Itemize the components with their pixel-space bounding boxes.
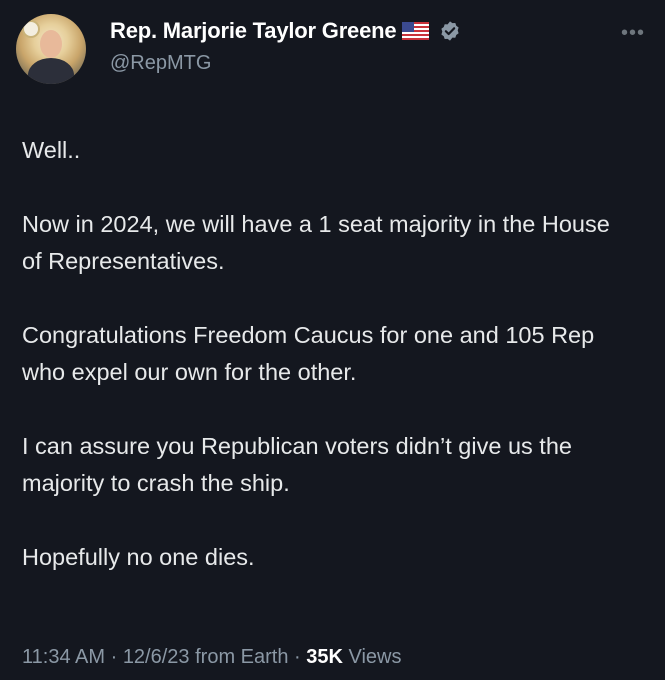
avatar-body: [28, 58, 74, 84]
tweet-paragraph: Congratulations Freedom Caucus for one a…: [22, 322, 595, 385]
us-flag-icon: [402, 22, 430, 40]
avatar[interactable]: [16, 14, 86, 84]
tweet-paragraph: Well..: [22, 137, 81, 163]
author-handle[interactable]: @RepMTG: [110, 52, 211, 75]
more-options-icon[interactable]: •••: [621, 22, 645, 45]
views-count[interactable]: 35K: [306, 646, 343, 668]
tweet-text: Well.. Now in 2024, we will have a 1 sea…: [22, 132, 622, 613]
author-name-row: Rep. Marjorie Taylor Greene: [110, 18, 461, 44]
tweet-paragraph: Now in 2024, we will have a 1 seat major…: [22, 211, 610, 274]
congressional-seal-icon: [22, 20, 40, 38]
meta-separator: ·: [105, 646, 123, 668]
meta-separator: ·: [288, 646, 307, 668]
tweet-paragraph: Hopefully no one dies.: [22, 544, 255, 570]
tweet-source: from Earth: [189, 646, 289, 668]
tweet-meta: 11:34 AM · 12/6/23 from Earth · 35K View…: [22, 646, 402, 669]
tweet-date[interactable]: 12/6/23: [123, 646, 190, 668]
author-name[interactable]: Rep. Marjorie Taylor Greene: [110, 18, 397, 44]
tweet-card: Rep. Marjorie Taylor Greene @RepMTG ••• …: [0, 0, 665, 680]
avatar-face: [40, 30, 62, 58]
tweet-time[interactable]: 11:34 AM: [22, 646, 105, 668]
tweet-paragraph: I can assure you Republican voters didn’…: [22, 433, 572, 496]
verified-badge-icon: [441, 21, 460, 41]
views-label: Views: [342, 646, 402, 668]
